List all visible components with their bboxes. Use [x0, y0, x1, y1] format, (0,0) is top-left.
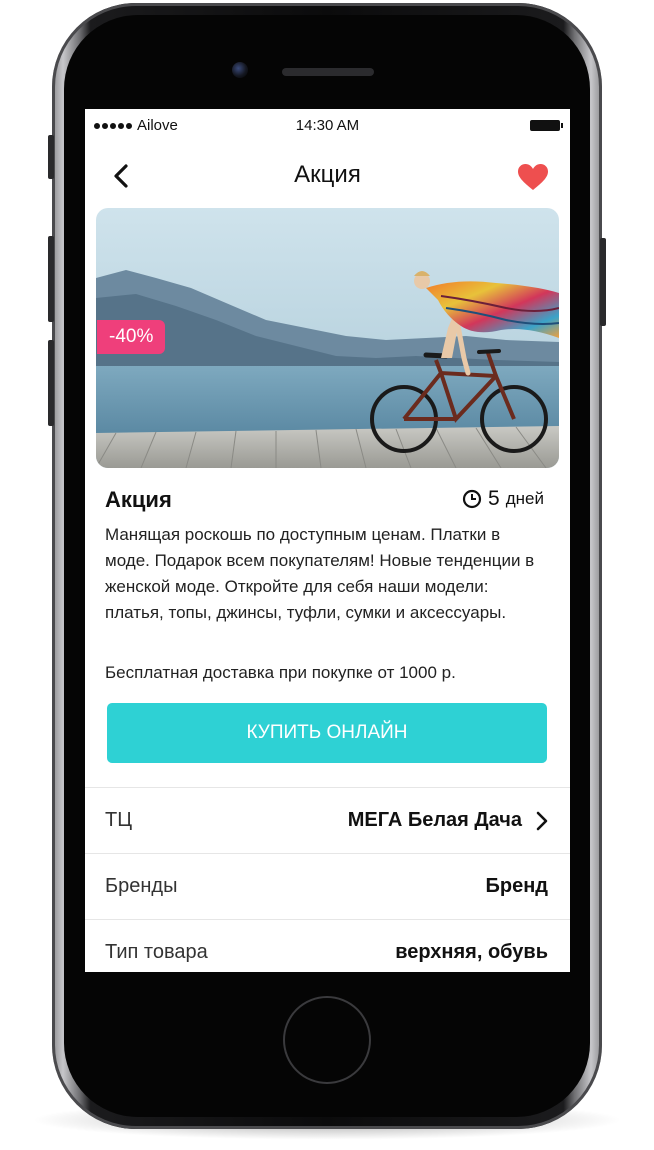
detail-row-brands: Бренды Бренд [85, 853, 570, 920]
detail-label: ТЦ [105, 809, 133, 831]
detail-value: Бренд [485, 875, 549, 897]
home-button[interactable] [283, 996, 371, 1084]
battery-icon [530, 120, 563, 131]
promo-image [96, 208, 559, 468]
days-value: 5 [488, 487, 500, 510]
nav-bar: Акция [85, 153, 570, 203]
detail-row-product-type: Тип товара верхняя, обувь [85, 919, 570, 972]
status-time: 14:30 AM [295, 117, 360, 134]
days-remaining: 5 дней [462, 487, 544, 511]
delivery-note: Бесплатная доставка при покупке от 1000 … [105, 663, 456, 682]
heart-icon[interactable] [517, 163, 549, 191]
detail-value: МЕГА Белая Дача [347, 809, 522, 831]
chevron-right-icon [536, 811, 548, 831]
detail-value: верхняя, обувь [395, 941, 548, 963]
detail-row-mall[interactable]: ТЦ МЕГА Белая Дача [85, 787, 570, 854]
power-button [600, 238, 606, 326]
detail-label: Тип товара [105, 941, 208, 963]
volume-up-button [48, 236, 54, 322]
detail-label: Бренды [105, 875, 178, 897]
discount-badge: -40% [97, 320, 166, 354]
volume-down-button [48, 340, 54, 426]
promo-description: Манящая роскошь по доступным ценам. Плат… [105, 525, 535, 622]
earpiece-speaker [282, 68, 374, 76]
days-unit: дней [505, 489, 544, 508]
mute-switch [48, 135, 54, 179]
app-screen: Ailove 14:30 AM Акция -40% Акция 5 дней … [85, 109, 570, 972]
promo-title: Акция [105, 487, 172, 512]
status-bar: Ailove 14:30 AM [85, 109, 570, 143]
page-title: Акция [294, 161, 361, 188]
front-camera [232, 62, 248, 78]
buy-online-button[interactable]: КУПИТЬ ОНЛАЙН [107, 703, 547, 763]
clock-icon [462, 489, 482, 509]
